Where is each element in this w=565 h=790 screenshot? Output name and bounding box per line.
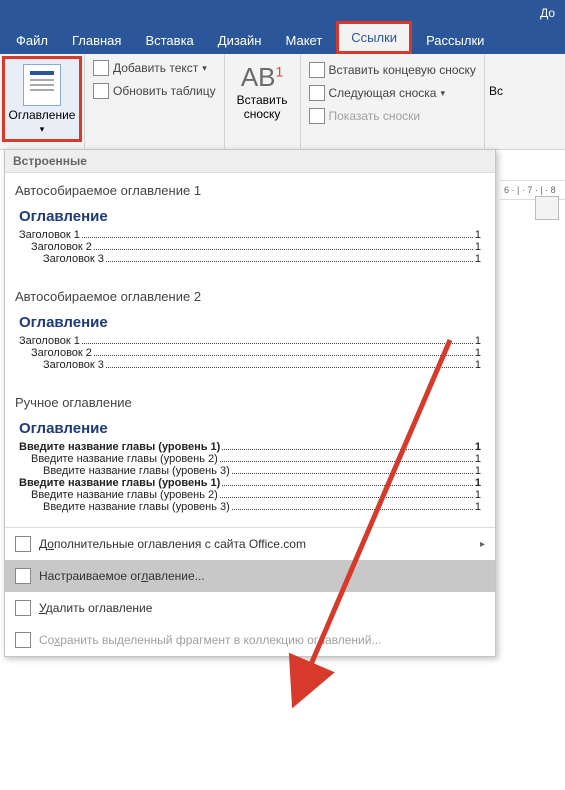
insert-footnote-label-2: сноску — [244, 107, 281, 121]
chevron-down-icon: ▾ — [202, 63, 207, 74]
insert-endnote-button[interactable]: Вставить концевую сноску — [305, 60, 480, 80]
custom-toc-label: Настраиваемое оглавление... — [39, 569, 205, 583]
save-toc-selection-button: Сохранить выделенный фрагмент в коллекци… — [5, 624, 495, 656]
auto-toc-1-preview[interactable]: Оглавление Заголовок 11 Заголовок 21 Заг… — [15, 204, 485, 269]
ribbon-group-right: Вс — [484, 54, 507, 149]
preview-heading: Оглавление — [19, 420, 481, 437]
toc-label: Оглавление — [9, 108, 76, 122]
ribbon-group-toc: Оглавление ▾ — [0, 54, 85, 149]
tab-file[interactable]: Файл — [4, 27, 60, 54]
auto-toc-2-preview[interactable]: Оглавление Заголовок 11 Заголовок 21 Заг… — [15, 310, 485, 375]
gallery-builtin-header: Встроенные — [5, 150, 495, 173]
ribbon-tabs: Файл Главная Вставка Дизайн Макет Ссылки… — [0, 26, 565, 54]
tab-home[interactable]: Главная — [60, 27, 133, 54]
tab-layout[interactable]: Макет — [273, 27, 334, 54]
insert-citation-partial: Вс — [489, 84, 503, 98]
insert-endnote-label: Вставить концевую сноску — [329, 63, 476, 77]
preview-heading: Оглавление — [19, 208, 481, 225]
add-text-icon — [93, 60, 109, 76]
toc-dropdown-button[interactable]: Оглавление ▾ — [2, 56, 82, 142]
save-toc-label: Сохранить выделенный фрагмент в коллекци… — [39, 633, 381, 647]
office-icon — [15, 536, 31, 552]
ribbon-group-toc-tools: Добавить текст ▾ Обновить таблицу — [85, 54, 224, 149]
preview-heading: Оглавление — [19, 314, 481, 331]
endnote-icon — [309, 62, 325, 78]
ribbon-group-footnote-tools: Вставить концевую сноску Следующая сноск… — [301, 54, 484, 149]
ribbon: Оглавление ▾ Добавить текст ▾ Обновить т… — [0, 54, 565, 150]
update-table-label: Обновить таблицу — [113, 84, 216, 98]
add-text-label: Добавить текст — [113, 61, 198, 75]
manual-toc-title: Ручное оглавление — [5, 385, 495, 416]
save-icon — [15, 632, 31, 648]
remove-toc-button[interactable]: Удалить оглавление — [5, 592, 495, 624]
chevron-down-icon: ▾ — [440, 88, 445, 99]
next-footnote-icon — [309, 85, 325, 101]
more-toc-office-button[interactable]: Дополнительные оглавления с сайта Office… — [5, 528, 495, 560]
insert-footnote-button[interactable]: AB1 Вставить сноску — [231, 58, 294, 125]
tab-references[interactable]: Ссылки — [336, 21, 412, 54]
update-table-button[interactable]: Обновить таблицу — [89, 81, 220, 101]
tab-design[interactable]: Дизайн — [206, 27, 274, 54]
more-toc-label: Дополнительные оглавления с сайта Office… — [39, 537, 306, 551]
tab-mailings[interactable]: Рассылки — [414, 27, 496, 54]
gallery-toggle-icon[interactable] — [535, 196, 559, 220]
auto-toc-2-title: Автособираемое оглавление 2 — [5, 279, 495, 310]
title-bar: До — [0, 0, 565, 26]
show-footnotes-button[interactable]: Показать сноски — [305, 106, 480, 126]
toc-gallery: Встроенные Автособираемое оглавление 1 О… — [4, 149, 496, 657]
insert-footnote-label-1: Вставить — [237, 93, 288, 107]
show-footnotes-label: Показать сноски — [329, 109, 421, 123]
toc-icon — [23, 64, 61, 106]
chevron-down-icon: ▾ — [40, 124, 45, 135]
ruler-marks: 6 · | · 7 · | · 8 — [504, 185, 556, 195]
manual-toc-preview[interactable]: Оглавление Введите название главы (урове… — [15, 416, 485, 517]
next-footnote-button[interactable]: Следующая сноска ▾ — [305, 83, 480, 103]
tab-insert[interactable]: Вставка — [133, 27, 205, 54]
footnote-icon: AB1 — [241, 62, 283, 93]
show-footnotes-icon — [309, 108, 325, 124]
add-text-button[interactable]: Добавить текст ▾ — [89, 58, 220, 78]
remove-toc-label: Удалить оглавление — [39, 601, 152, 615]
ribbon-group-footnotes: AB1 Вставить сноску — [224, 54, 301, 149]
next-footnote-label: Следующая сноска — [329, 86, 437, 100]
chevron-right-icon: ▸ — [480, 539, 485, 550]
custom-toc-icon — [15, 568, 31, 584]
auto-toc-1-title: Автособираемое оглавление 1 — [5, 173, 495, 204]
custom-toc-button[interactable]: Настраиваемое оглавление... — [5, 560, 495, 592]
update-table-icon — [93, 83, 109, 99]
doc-title: До — [540, 6, 555, 20]
remove-toc-icon — [15, 600, 31, 616]
gallery-footer: Дополнительные оглавления с сайта Office… — [5, 527, 495, 656]
